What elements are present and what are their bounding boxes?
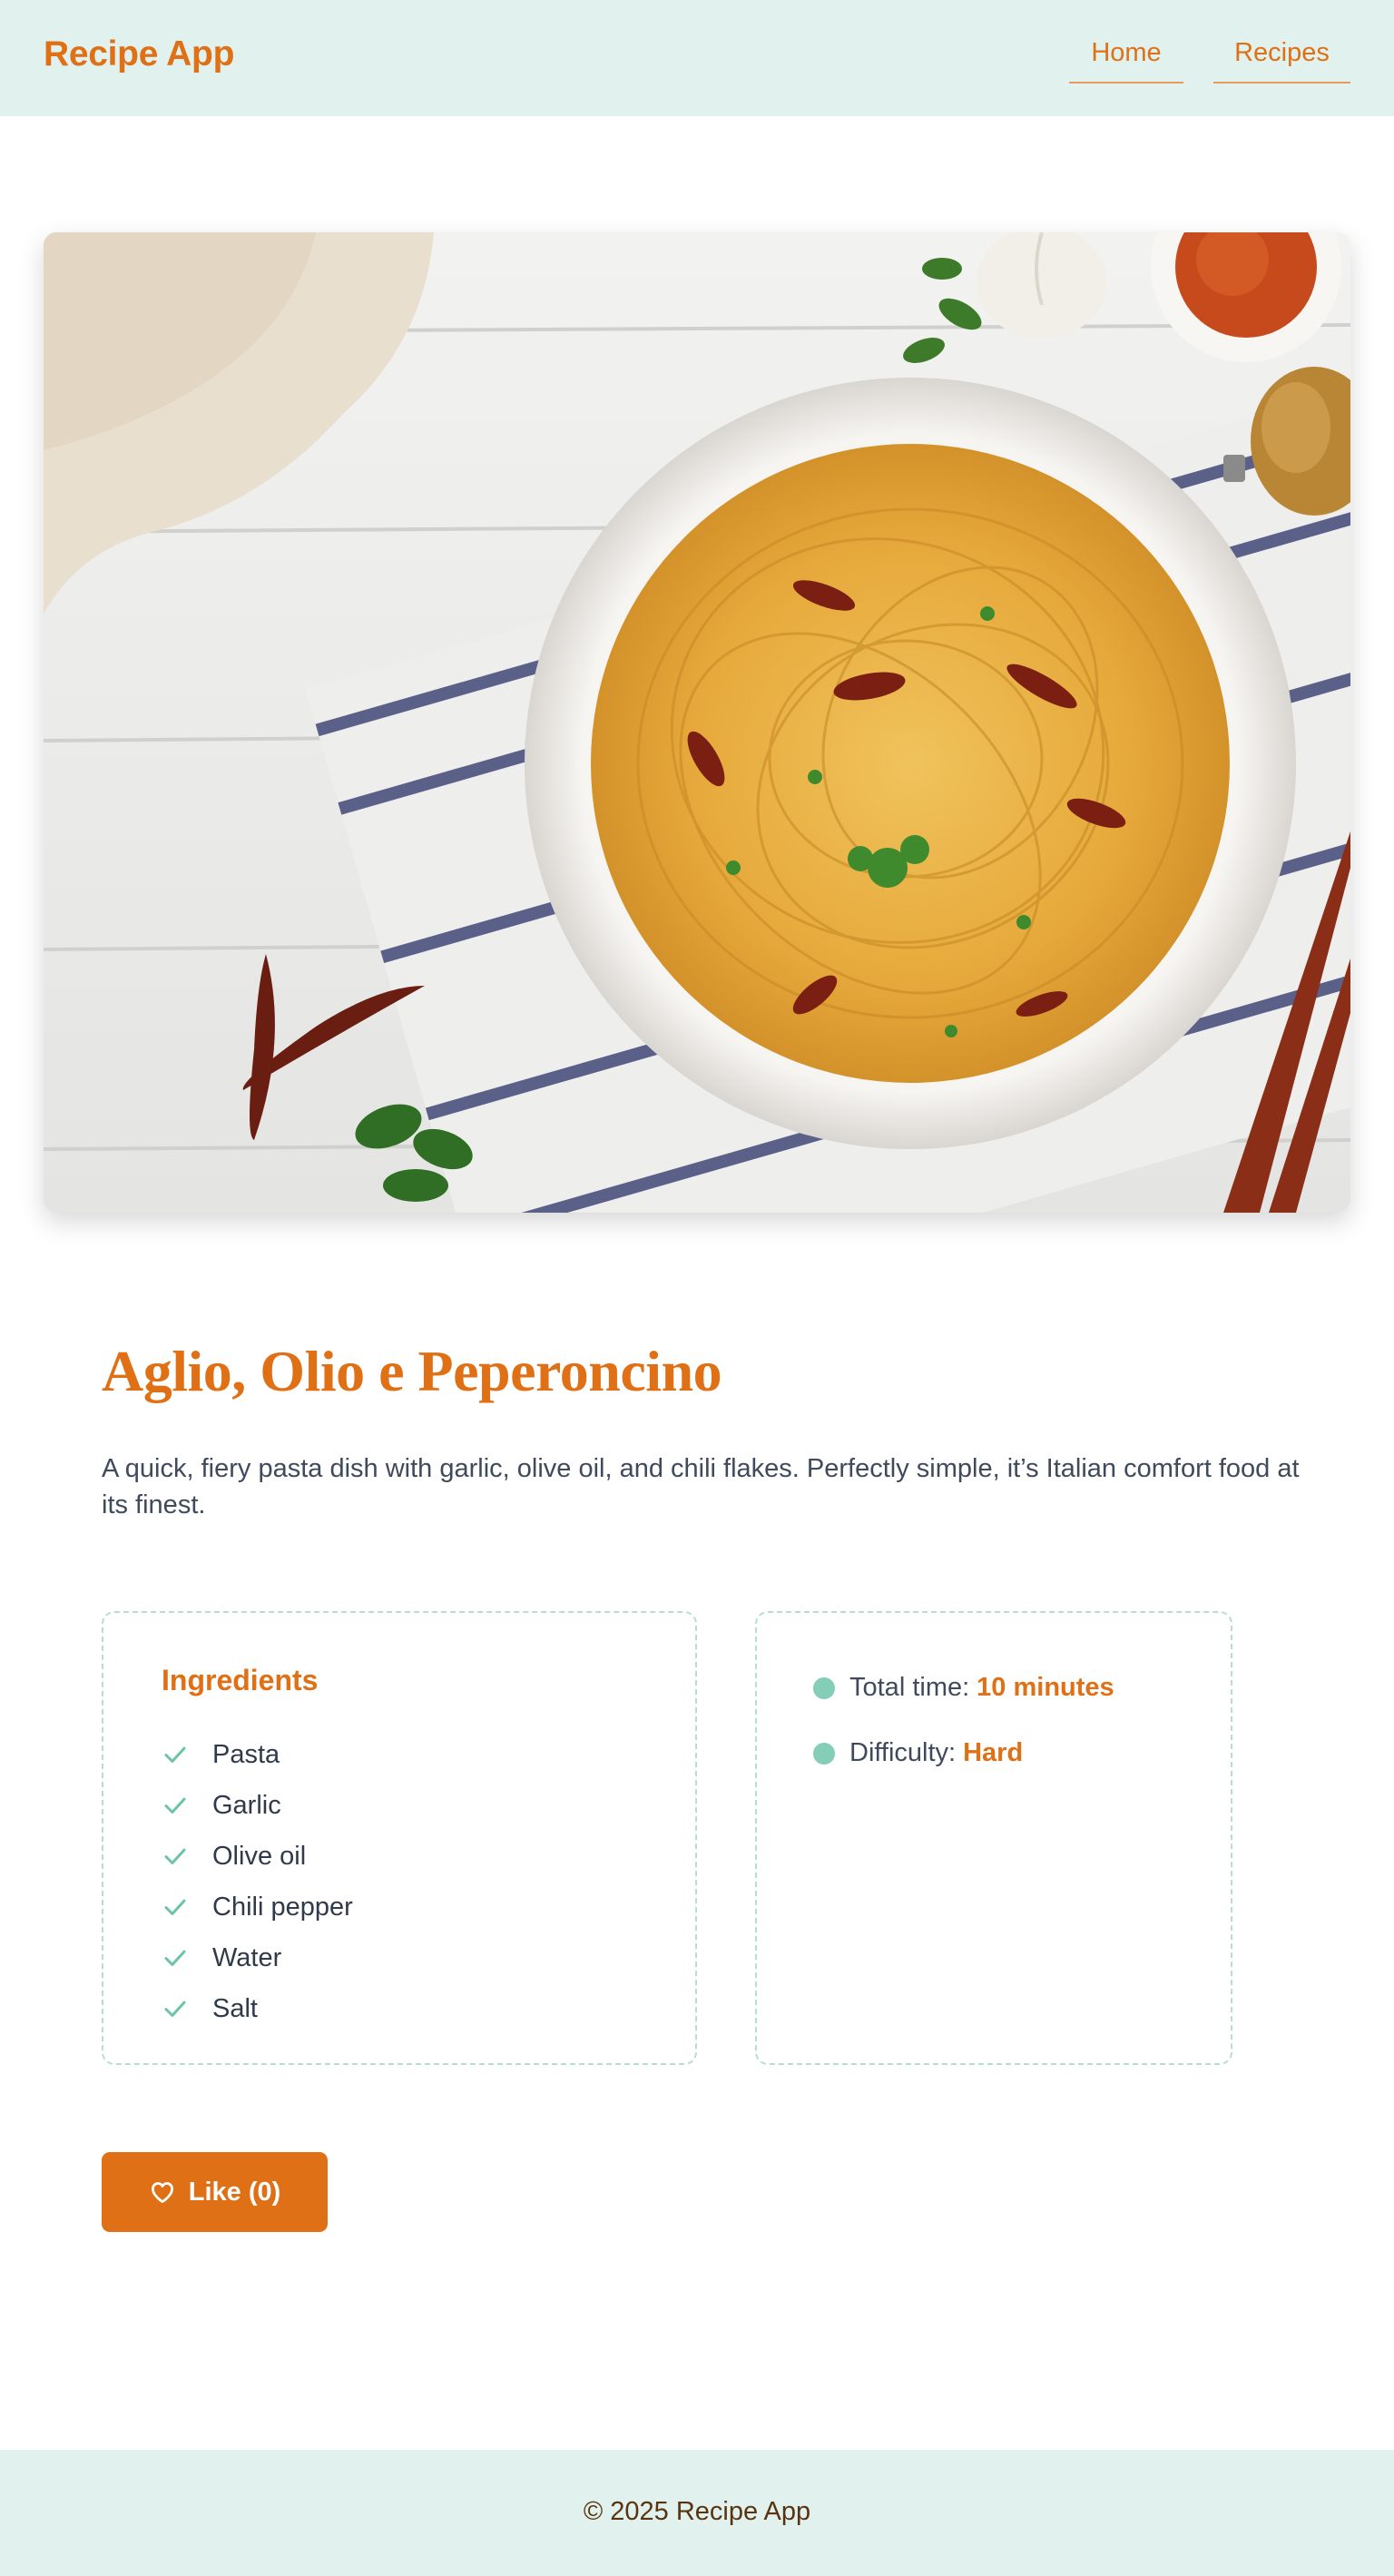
ingredient-label: Olive oil (212, 1841, 307, 1871)
ingredients-card: Ingredients Pasta Garlic Olive oil Chili… (102, 1611, 697, 2065)
dot-icon (813, 1676, 835, 1699)
recipe-title: Aglio, Olio e Peperoncino (102, 1339, 722, 1403)
difficulty-row: Difficulty: Hard (813, 1738, 1023, 1768)
ingredient-label: Pasta (212, 1739, 280, 1769)
check-icon (164, 1848, 186, 1864)
total-time-row: Total time: 10 minutes (813, 1673, 1114, 1703)
ingredient-label: Salt (212, 1993, 258, 2023)
ingredients-heading: Ingredients (162, 1664, 319, 1696)
dot-icon (813, 1742, 835, 1765)
ingredient-item: Pasta (162, 1729, 353, 1780)
site-footer: © 2025 Recipe App (0, 2450, 1394, 2576)
ingredient-label: Water (212, 1942, 282, 1972)
ingredient-item: Chili pepper (162, 1882, 353, 1932)
check-icon (164, 1950, 186, 1966)
total-time-label: Total time: (849, 1673, 970, 1702)
check-icon (164, 1797, 186, 1814)
nav-link-recipes[interactable]: Recipes (1213, 38, 1350, 84)
recipe-hero-image (44, 232, 1350, 1213)
check-icon (164, 1899, 186, 1915)
check-icon (164, 2001, 186, 2017)
ingredient-item: Garlic (162, 1780, 353, 1831)
ingredient-label: Garlic (212, 1790, 281, 1820)
check-icon (164, 1746, 186, 1763)
ingredient-label: Chili pepper (212, 1892, 353, 1922)
heart-icon (151, 2182, 173, 2203)
ingredients-list: Pasta Garlic Olive oil Chili pepper Wate… (162, 1729, 353, 2034)
difficulty-label: Difficulty: (849, 1738, 957, 1767)
like-button-label: Like (0) (188, 2177, 281, 2207)
footer-copyright: © 2025 Recipe App (583, 2497, 811, 2526)
brand-logo[interactable]: Recipe App (44, 34, 234, 74)
nav-link-home[interactable]: Home (1069, 38, 1183, 84)
ingredient-item: Olive oil (162, 1831, 353, 1882)
ingredient-item: Salt (162, 1983, 353, 2034)
ingredient-item: Water (162, 1932, 353, 1983)
site-header: Recipe App Home Recipes (0, 0, 1394, 116)
difficulty-value: Hard (963, 1738, 1024, 1767)
like-button[interactable]: Like (0) (102, 2152, 328, 2232)
total-time-value: 10 minutes (977, 1673, 1114, 1702)
recipe-description: A quick, fiery pasta dish with garlic, o… (102, 1454, 1300, 1519)
